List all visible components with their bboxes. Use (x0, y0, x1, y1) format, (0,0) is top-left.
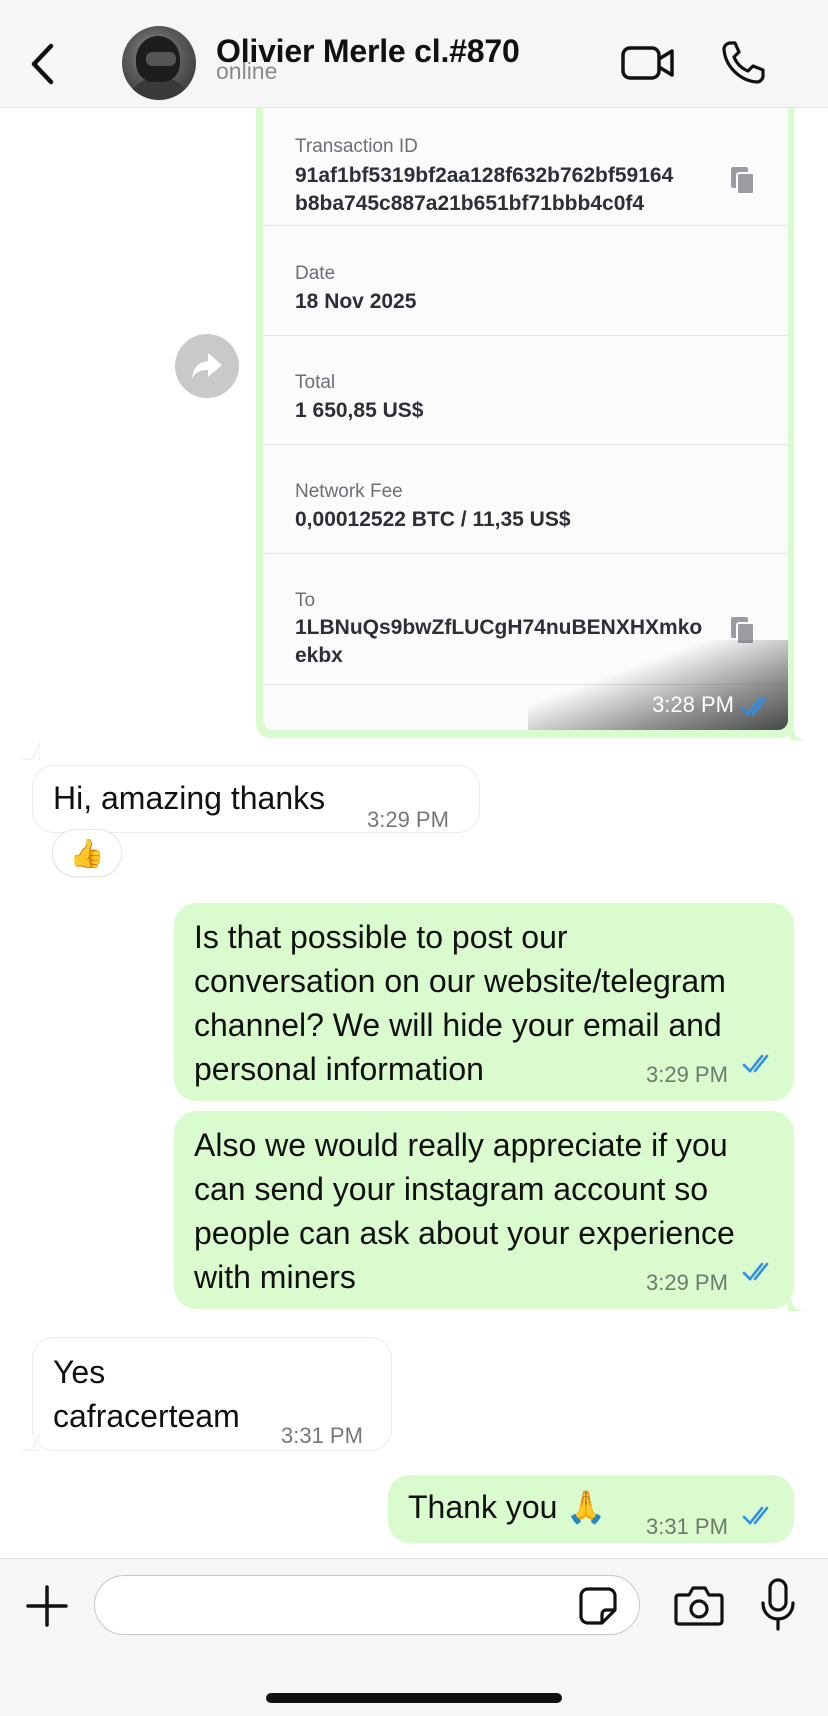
message-bubble-outgoing[interactable]: Thank you 🙏 3:31 PM (388, 1475, 794, 1543)
card-label: Network Fee (295, 481, 403, 502)
message-time: 3:29 PM (646, 1062, 728, 1087)
double-check-icon (740, 697, 767, 716)
transaction-card: Transaction ID 91af1bf5319bf2aa128f632b7… (263, 108, 788, 730)
card-label: Transaction ID (295, 136, 418, 157)
attach-button[interactable] (24, 1583, 70, 1629)
home-indicator[interactable] (266, 1693, 562, 1703)
bubble-tail (790, 722, 810, 740)
message-input[interactable] (94, 1575, 640, 1635)
transaction-id-value[interactable]: 91af1bf5319bf2aa128f632b762bf59164 b8ba7… (295, 162, 673, 218)
message-list[interactable]: Transaction ID 91af1bf5319bf2aa128f632b7… (0, 108, 828, 1558)
microphone-button[interactable] (760, 1577, 796, 1633)
back-button[interactable] (22, 38, 62, 90)
message-text: Yes cafracerteam (53, 1354, 240, 1434)
card-row-total: Total 1 650,85 US$ (263, 336, 788, 445)
message-time: 3:31 PM (646, 1514, 728, 1539)
message-bubble-outgoing[interactable]: Also we would really appreciate if you c… (174, 1111, 794, 1309)
message-time: 3:31 PM (281, 1423, 363, 1448)
bubble-tail (20, 1433, 40, 1451)
bubble-tail (20, 742, 40, 760)
double-check-icon (742, 1054, 769, 1073)
phone-icon (722, 41, 765, 84)
avatar[interactable] (122, 26, 196, 100)
message-time: 3:29 PM (646, 1270, 728, 1295)
card-row-network-fee: Network Fee 0,00012522 BTC / 11,35 US$ (263, 445, 788, 554)
network-fee-value: 0,00012522 BTC / 11,35 US$ (295, 508, 571, 531)
message-text: Thank you 🙏 (408, 1489, 607, 1525)
composer-bar (0, 1558, 828, 1716)
copy-icon[interactable] (730, 166, 756, 196)
card-row-date: Date 18 Nov 2025 (263, 226, 788, 336)
forward-button[interactable] (175, 334, 239, 398)
card-row-transaction-id: Transaction ID 91af1bf5319bf2aa128f632b7… (263, 108, 788, 226)
card-label: Total (295, 372, 336, 393)
video-camera-icon (621, 46, 674, 80)
thumbs-up-reaction: 👍 (69, 837, 105, 869)
microphone-icon (761, 1578, 795, 1631)
date-value: 18 Nov 2025 (295, 290, 417, 313)
video-call-button[interactable] (620, 40, 676, 84)
chat-header: Olivier Merle cl.#870 online (0, 0, 828, 108)
plus-icon (26, 1585, 68, 1627)
message-bubble-incoming[interactable]: Yes cafracerteam 3:31 PM (32, 1337, 392, 1451)
sticker-icon (579, 1587, 617, 1625)
message-bubble-outgoing[interactable]: Is that possible to post our conversatio… (174, 903, 794, 1101)
voice-call-button[interactable] (720, 38, 768, 86)
contact-status: online (216, 58, 278, 84)
camera-button[interactable] (674, 1583, 724, 1627)
card-label: To (295, 590, 316, 611)
message-text: Hi, amazing thanks (53, 780, 326, 816)
card-label: Date (295, 263, 336, 284)
forward-arrow-icon (192, 353, 222, 379)
double-check-icon (742, 1262, 769, 1281)
message-time: 3:28 PM (652, 692, 734, 717)
reaction-badge[interactable]: 👍 (52, 829, 122, 877)
double-check-icon (742, 1506, 769, 1525)
chevron-left-icon (31, 43, 54, 85)
camera-icon (674, 1586, 724, 1626)
message-bubble-incoming[interactable]: Hi, amazing thanks 3:29 PM (32, 765, 480, 833)
message-time: 3:29 PM (367, 807, 449, 832)
sticker-button[interactable] (578, 1586, 618, 1626)
bubble-tail (788, 1293, 808, 1311)
total-value: 1 650,85 US$ (295, 399, 424, 422)
